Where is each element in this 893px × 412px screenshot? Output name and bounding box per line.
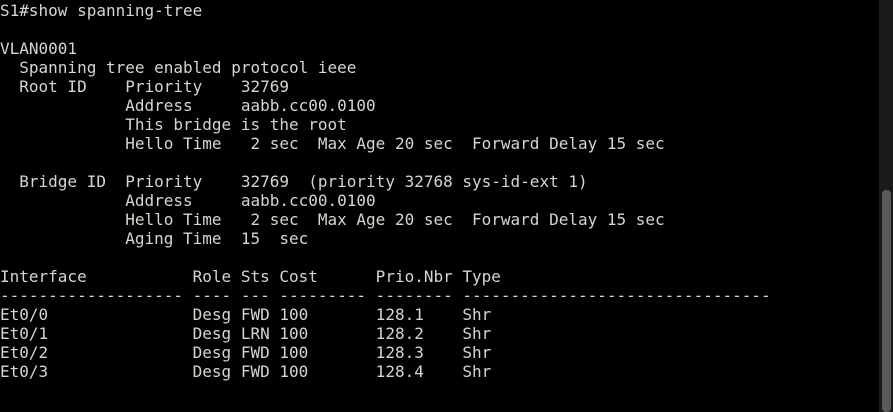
terminal-window[interactable]: S1#show spanning-tree VLAN0001 Spanning … — [0, 0, 893, 412]
scrollbar-thumb[interactable] — [882, 190, 891, 412]
bridge-id-address-line: Address aabb.cc00.0100 — [0, 191, 376, 210]
interface-table-separator: ------------------- ---- --- --------- -… — [0, 286, 771, 305]
root-timers-line: Hello Time 2 sec Max Age 20 sec Forward … — [0, 134, 665, 153]
bridge-id-priority-line: Bridge ID Priority 32769 (priority 32768… — [0, 172, 588, 191]
command-prompt-line: S1#show spanning-tree — [0, 1, 203, 20]
bridge-aging-line: Aging Time 15 sec — [0, 229, 309, 248]
table-row: Et0/3 Desg FWD 100 128.4 Shr — [0, 362, 492, 381]
terminal-output[interactable]: S1#show spanning-tree VLAN0001 Spanning … — [0, 0, 876, 412]
vertical-scrollbar[interactable] — [879, 0, 893, 412]
vlan-header: VLAN0001 — [0, 39, 78, 58]
root-status-line: This bridge is the root — [0, 115, 347, 134]
table-row: Et0/1 Desg LRN 100 128.2 Shr — [0, 324, 492, 343]
table-row: Et0/0 Desg FWD 100 128.1 Shr — [0, 305, 492, 324]
root-id-address-line: Address aabb.cc00.0100 — [0, 96, 376, 115]
bridge-timers-line: Hello Time 2 sec Max Age 20 sec Forward … — [0, 210, 665, 229]
interface-table-header: Interface Role Sts Cost Prio.Nbr Type — [0, 267, 501, 286]
table-row: Et0/2 Desg FWD 100 128.3 Shr — [0, 343, 492, 362]
root-id-priority-line: Root ID Priority 32769 — [0, 77, 289, 96]
protocol-line: Spanning tree enabled protocol ieee — [0, 58, 357, 77]
